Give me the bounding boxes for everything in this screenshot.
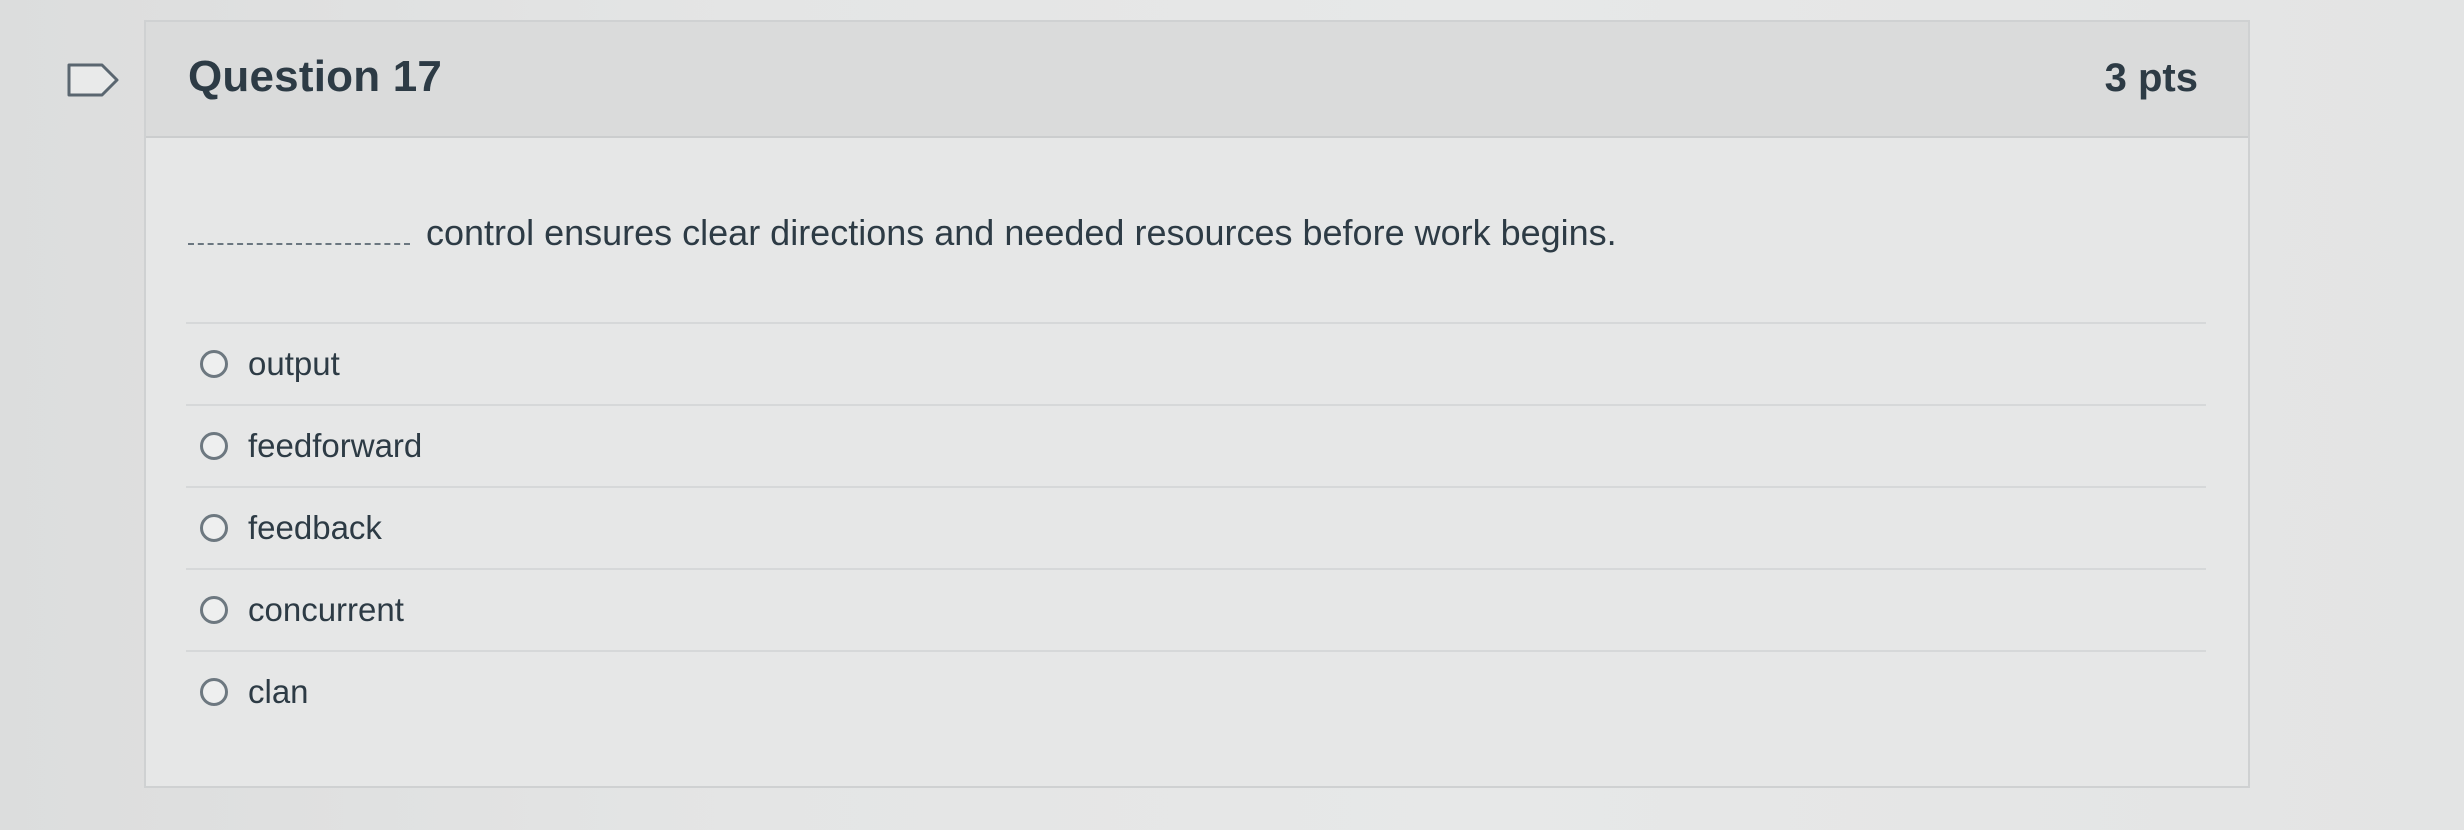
radio-button[interactable] xyxy=(200,514,228,542)
answer-option-concurrent[interactable]: concurrent xyxy=(186,568,2206,650)
quiz-page: Question 17 3 pts control ensures clear … xyxy=(0,0,2464,830)
answer-label: feedforward xyxy=(248,427,423,464)
radio-button[interactable] xyxy=(200,596,228,624)
answer-list: output feedforward feedback concurrent c… xyxy=(186,322,2206,732)
question-text-row: control ensures clear directions and nee… xyxy=(188,212,1617,254)
answer-option-output[interactable]: output xyxy=(186,322,2206,404)
answer-label: feedback xyxy=(248,509,382,546)
radio-button[interactable] xyxy=(200,432,228,460)
answer-option-feedback[interactable]: feedback xyxy=(186,486,2206,568)
answer-option-clan[interactable]: clan xyxy=(186,650,2206,732)
question-header: Question 17 3 pts xyxy=(146,22,2248,138)
answer-label: clan xyxy=(248,673,309,710)
question-text: control ensures clear directions and nee… xyxy=(426,212,1617,253)
fill-in-blank xyxy=(188,235,410,245)
flag-question-icon[interactable] xyxy=(66,62,120,98)
radio-button[interactable] xyxy=(200,678,228,706)
answer-label: output xyxy=(248,345,340,382)
radio-button[interactable] xyxy=(200,350,228,378)
answer-option-feedforward[interactable]: feedforward xyxy=(186,404,2206,486)
question-title: Question 17 xyxy=(188,52,443,101)
question-card: Question 17 3 pts control ensures clear … xyxy=(144,20,2250,788)
answer-label: concurrent xyxy=(248,591,404,628)
question-points: 3 pts xyxy=(2104,56,2198,100)
